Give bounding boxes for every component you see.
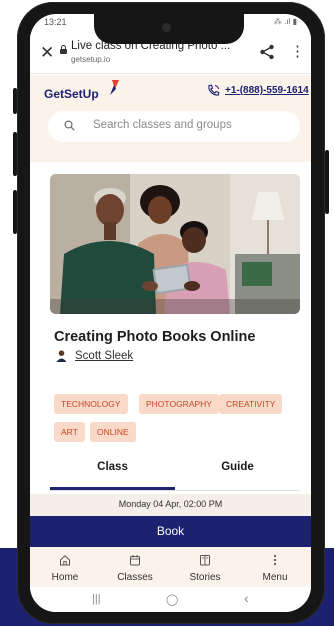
tab-url[interactable]: getsetup.io — [71, 55, 110, 64]
search-input[interactable]: Search classes and groups — [48, 111, 300, 142]
class-title: Creating Photo Books Online — [54, 329, 256, 345]
search-placeholder: Search classes and groups — [93, 119, 232, 131]
search-area: Search classes and groups — [30, 109, 311, 162]
volume-button — [13, 190, 17, 234]
nav-label-stories: Stories — [189, 572, 221, 583]
lock-icon — [60, 45, 67, 54]
search-icon — [64, 120, 75, 131]
system-nav-bar: ||| ◯ ‹ — [30, 587, 311, 612]
status-icons: ⁂ .ıl ▮ — [273, 17, 297, 26]
logo-mark-icon — [110, 80, 119, 95]
session-date-strip: Monday 04 Apr, 02:00 PM — [30, 494, 311, 516]
nav-item-home[interactable]: Home — [30, 547, 100, 587]
volume-button — [13, 88, 17, 114]
site-header: GetSetUp +1-(888)-559-1614 — [30, 75, 311, 109]
recents-button[interactable]: ||| — [92, 593, 101, 605]
nav-label-classes: Classes — [117, 572, 153, 583]
nav-item-menu[interactable]: Menu — [240, 547, 310, 587]
calendar-icon — [130, 555, 140, 566]
instructor-link[interactable]: Scott Sleek — [75, 350, 133, 362]
phone-screen: 13:21 ⁂ .ıl ▮ ✕ Live class on Creating P… — [30, 14, 311, 612]
back-button[interactable]: ‹ — [244, 590, 249, 606]
home-icon — [60, 555, 70, 566]
tag-technology[interactable]: TECHNOLOGY — [54, 394, 128, 414]
bottom-nav: Home Classes Stories Menu — [30, 547, 311, 587]
phone-number-link[interactable]: +1-(888)-559-1614 — [225, 85, 309, 96]
more-vert-icon — [273, 554, 277, 566]
nav-label-menu: Menu — [262, 572, 288, 583]
tab-guide[interactable]: Guide — [175, 461, 300, 473]
active-tab-indicator — [50, 487, 175, 490]
instructor-avatar-icon — [56, 350, 67, 362]
volume-button — [13, 132, 17, 176]
front-camera — [162, 23, 171, 32]
class-hero-image — [50, 174, 300, 314]
share-icon[interactable] — [259, 44, 275, 60]
book-icon — [200, 555, 210, 566]
tag-creativity[interactable]: CREATIVITY — [219, 394, 283, 414]
class-detail: Creating Photo Books Online Scott Sleek … — [30, 162, 311, 527]
power-button — [325, 150, 329, 214]
phone-icon[interactable] — [207, 84, 220, 97]
tab-class[interactable]: Class — [50, 461, 175, 473]
logo[interactable]: GetSetUp — [44, 87, 99, 101]
session-date: Monday 04 Apr, 02:00 PM — [118, 499, 223, 509]
home-button[interactable]: ◯ — [166, 593, 178, 606]
status-time: 13:21 — [44, 17, 67, 27]
notch — [94, 14, 244, 44]
detail-tabs: Class Guide — [50, 447, 300, 491]
book-button[interactable]: Book — [30, 516, 311, 547]
tag-photography[interactable]: PHOTOGRAPHY — [139, 394, 219, 414]
nav-item-classes[interactable]: Classes — [100, 547, 170, 587]
tag-art[interactable]: ART — [54, 422, 85, 442]
nav-label-home: Home — [51, 572, 79, 583]
close-icon[interactable]: ✕ — [40, 44, 54, 61]
tag-online[interactable]: ONLINE — [90, 422, 136, 442]
more-vert-icon[interactable]: ⋮ — [290, 42, 305, 62]
nav-item-stories[interactable]: Stories — [170, 547, 240, 587]
